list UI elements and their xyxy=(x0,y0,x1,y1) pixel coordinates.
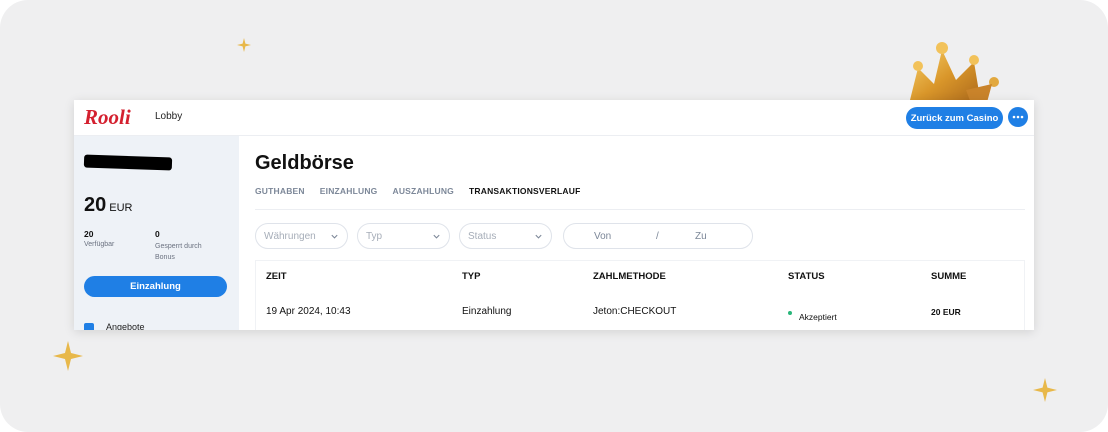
sparkle-icon xyxy=(53,341,83,371)
svg-text:Rooli: Rooli xyxy=(83,105,131,129)
page-title: Geldbörse xyxy=(255,152,354,174)
ellipsis-icon xyxy=(1012,115,1024,119)
chevron-down-icon xyxy=(535,234,542,239)
background-card: Rooli Lobby Zurück zum Casino 20 EUR 20 V… xyxy=(0,0,1108,432)
gift-icon xyxy=(84,323,94,330)
offers-link[interactable]: Angebote xyxy=(106,322,145,330)
date-range-picker[interactable]: Von / Zu xyxy=(563,223,753,249)
column-header-typ: TYP xyxy=(462,271,481,282)
status-filter[interactable]: Status xyxy=(459,223,552,249)
tab-guthaben[interactable]: GUTHABEN xyxy=(255,186,305,210)
locked-label: Gesperrt durch Bonus xyxy=(155,243,202,261)
sparkle-icon xyxy=(237,38,251,52)
wallet-window: Rooli Lobby Zurück zum Casino 20 EUR 20 V… xyxy=(74,100,1034,330)
balance-display: 20 EUR xyxy=(84,194,132,217)
type-filter[interactable]: Typ xyxy=(357,223,450,249)
available-label: Verfügbar xyxy=(84,241,115,248)
rooli-logo[interactable]: Rooli xyxy=(83,104,137,130)
currency-filter[interactable]: Währungen xyxy=(255,223,348,249)
top-navbar: Rooli Lobby Zurück zum Casino xyxy=(74,100,1034,136)
tab-einzahlung[interactable]: EINZAHLUNG xyxy=(320,186,378,210)
status-text: Akzeptiert xyxy=(799,312,837,322)
column-header-summe: SUMME xyxy=(931,271,967,282)
cell-payment-method: Jeton:CHECKOUT xyxy=(593,306,677,317)
balance-currency: EUR xyxy=(109,202,133,214)
date-separator: / xyxy=(656,231,659,242)
back-to-casino-button[interactable]: Zurück zum Casino xyxy=(906,107,1003,129)
lobby-link[interactable]: Lobby xyxy=(155,111,182,122)
column-header-zahlmethode: ZAHLMETHODE xyxy=(593,271,666,282)
more-options-button[interactable] xyxy=(1008,107,1028,127)
chevron-down-icon xyxy=(433,234,440,239)
type-filter-placeholder: Typ xyxy=(366,230,383,242)
cell-status: Akzeptiert xyxy=(788,307,837,325)
cell-sum: 20 EUR xyxy=(931,307,961,317)
wallet-tabs: GUTHABEN EINZAHLUNG AUSZAHLUNG TRANSAKTI… xyxy=(255,186,595,210)
username-redacted xyxy=(83,154,173,171)
tab-auszahlung[interactable]: AUSZAHLUNG xyxy=(393,186,455,210)
sparkle-icon xyxy=(1033,378,1057,402)
transactions-table: ZEIT TYP ZAHLMETHODE STATUS SUMME 19 Apr… xyxy=(255,260,1025,330)
available-value: 20 xyxy=(84,229,94,239)
cell-time: 19 Apr 2024, 10:43 xyxy=(266,306,351,317)
tab-divider xyxy=(255,209,1025,210)
deposit-button[interactable]: Einzahlung xyxy=(84,276,227,297)
tab-transaktionsverlauf[interactable]: TRANSAKTIONSVERLAUF xyxy=(469,186,581,210)
locked-value: 0 xyxy=(155,229,160,239)
currency-filter-placeholder: Währungen xyxy=(264,230,316,242)
cell-type: Einzahlung xyxy=(462,306,512,317)
status-filter-placeholder: Status xyxy=(468,230,497,242)
chevron-down-icon xyxy=(331,234,338,239)
balance-value: 20 xyxy=(84,194,107,216)
date-to-field[interactable]: Zu xyxy=(695,231,707,242)
date-from-field[interactable]: Von xyxy=(594,231,611,242)
account-sidebar: 20 EUR 20 Verfügbar 0 Gesperrt durch Bonu… xyxy=(74,136,239,330)
status-dot-icon xyxy=(788,311,792,315)
wallet-main: Geldbörse GUTHABEN EINZAHLUNG AUSZAHLUNG… xyxy=(239,136,1034,330)
column-header-zeit: ZEIT xyxy=(266,271,287,282)
column-header-status: STATUS xyxy=(788,271,825,282)
